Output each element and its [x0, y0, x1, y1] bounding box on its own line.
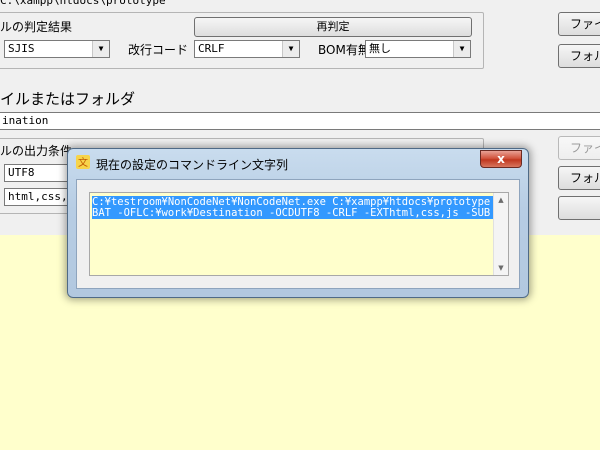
bom-select[interactable]: 無し ▼	[365, 40, 471, 58]
command-line-line-2: BAT -OFLC:¥work¥Destination -OCDUTF8 -CR…	[92, 207, 497, 219]
svg-text:文: 文	[78, 156, 88, 169]
select-folder-button[interactable]: フォル	[558, 44, 600, 68]
dialog-title: 現在の設定のコマンドライン文字列	[96, 158, 289, 172]
scroll-down-arrow-icon[interactable]: ▼	[494, 261, 508, 275]
output-conditions-group-label: ルの出力条件	[0, 144, 75, 158]
bom-value: 無し	[369, 42, 391, 55]
detect-encoding-value: SJIS	[8, 42, 35, 55]
chevron-down-icon: ▼	[453, 41, 470, 57]
newline-value: CRLF	[198, 42, 225, 55]
extra-button[interactable]	[558, 196, 600, 220]
extensions-field[interactable]: html,css,js	[4, 188, 74, 206]
newline-select[interactable]: CRLF ▼	[194, 40, 300, 58]
output-select-folder-button[interactable]: フォル	[558, 166, 600, 190]
detect-result-group-label: ルの判定結果	[0, 20, 75, 34]
command-line-content: C:¥testroom¥NonCodeNet¥NonCodeNet.exe C:…	[92, 196, 503, 219]
close-button[interactable]: x	[480, 150, 522, 168]
output-encoding-field[interactable]: UTF8	[4, 164, 74, 182]
detect-encoding-select[interactable]: SJIS ▼	[4, 40, 110, 58]
chevron-down-icon: ▼	[92, 41, 109, 57]
app-star-icon: 文	[76, 155, 90, 169]
rejudge-button[interactable]: 再判定	[194, 17, 472, 37]
output-select-file-button[interactable]: ファイ	[558, 136, 600, 160]
chevron-down-icon: ▼	[282, 41, 299, 57]
output-path-field[interactable]: ination	[0, 112, 600, 130]
command-line-dialog: 文 現在の設定のコマンドライン文字列 x C:¥testroom¥NonCode…	[67, 148, 529, 298]
bom-label: BOM有無	[318, 43, 370, 57]
output-section-heading: イルまたはフォルダ	[0, 90, 136, 108]
vertical-scrollbar[interactable]: ▲ ▼	[493, 193, 508, 275]
command-line-textarea[interactable]: C:¥testroom¥NonCodeNet¥NonCodeNet.exe C:…	[89, 192, 509, 276]
top-path-text: C:\xampp\htdocs\prototype	[0, 0, 166, 7]
close-icon: x	[497, 152, 505, 166]
scroll-up-arrow-icon[interactable]: ▲	[494, 193, 508, 207]
select-file-button[interactable]: ファイ	[558, 12, 600, 36]
dialog-body: C:¥testroom¥NonCodeNet¥NonCodeNet.exe C:…	[76, 179, 520, 289]
newline-label: 改行コード	[128, 43, 189, 57]
